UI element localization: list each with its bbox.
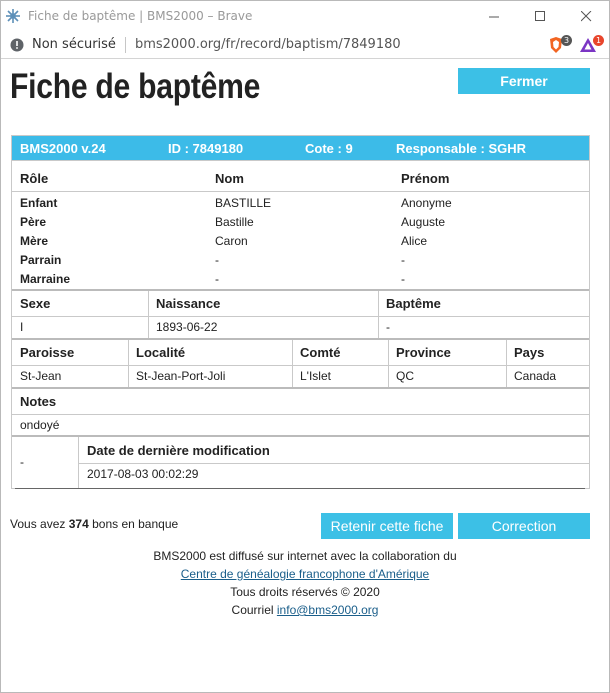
maximize-button[interactable] xyxy=(517,1,563,31)
section-divider xyxy=(12,338,589,340)
person-role: Parrain xyxy=(20,253,62,267)
naissance-header: Naissance xyxy=(156,296,221,311)
person-nom: Bastille xyxy=(215,215,254,229)
footer-email-line: Courriel info@bms2000.org xyxy=(1,603,609,617)
record-header: BMS2000 v.24 ID : 7849180 Cote : 9 Respo… xyxy=(12,136,589,160)
url-text[interactable]: bms2000.org/fr/record/baptism/7849180 xyxy=(135,37,401,52)
footer-line-1: BMS2000 est diffusé sur internet avec la… xyxy=(153,549,457,563)
person-nom: Caron xyxy=(215,234,248,248)
close-window-button[interactable] xyxy=(563,1,609,31)
record-card: BMS2000 v.24 ID : 7849180 Cote : 9 Respo… xyxy=(11,135,590,489)
province-header: Province xyxy=(396,345,451,360)
localite-value: St-Jean-Port-Joli xyxy=(136,369,226,383)
localite-header: Localité xyxy=(136,345,186,360)
app-favicon-icon xyxy=(6,9,20,23)
minimize-icon xyxy=(488,16,499,17)
bank-balance: Vous avez 374 bons en banque xyxy=(10,517,178,531)
divider xyxy=(78,463,589,464)
sexe-value: I xyxy=(20,320,24,334)
province-value: QC xyxy=(396,369,414,383)
section-divider xyxy=(12,435,589,437)
info-warning-icon[interactable] xyxy=(10,38,24,52)
browser-window: Fiche de baptême | BMS2000 – Brave Non s… xyxy=(0,0,610,693)
record-cote: Cote : 9 xyxy=(305,141,353,156)
horizontal-rule xyxy=(15,488,585,489)
record-version: BMS2000 v.24 xyxy=(20,141,106,156)
person-role: Enfant xyxy=(20,196,58,210)
notes-value: ondoyé xyxy=(20,418,60,432)
close-button[interactable]: Fermer xyxy=(458,68,590,94)
retain-record-button[interactable]: Retenir cette fiche xyxy=(321,513,453,539)
modif-date: 2017-08-03 00:02:29 xyxy=(87,467,199,481)
correction-button[interactable]: Correction xyxy=(458,513,590,539)
bank-count: 374 xyxy=(68,517,89,531)
bapteme-value: - xyxy=(386,320,390,334)
pays-value: Canada xyxy=(514,369,557,383)
divider xyxy=(292,340,293,388)
divider xyxy=(12,191,589,192)
person-role: Marraine xyxy=(20,272,71,286)
divider xyxy=(506,340,507,388)
email-prefix: Courriel xyxy=(231,603,274,617)
person-nom: - xyxy=(215,272,219,286)
pays-header: Pays xyxy=(514,345,545,360)
person-prenom: Alice xyxy=(401,234,428,248)
person-role: Mère xyxy=(20,234,49,248)
divider xyxy=(12,365,589,366)
divider xyxy=(128,340,129,388)
divider xyxy=(148,291,149,339)
person-role: Père xyxy=(20,215,47,229)
close-icon xyxy=(580,10,591,21)
notes-header: Notes xyxy=(20,394,57,409)
email-link[interactable]: info@bms2000.org xyxy=(277,603,379,617)
minimize-button[interactable] xyxy=(471,1,517,31)
section-divider xyxy=(12,387,589,389)
person-prenom: Auguste xyxy=(401,215,446,229)
bank-suffix: bons en banque xyxy=(92,517,179,531)
bapteme-header: Baptême xyxy=(386,296,441,311)
modif-header: Date de dernière modification xyxy=(87,443,270,458)
section-divider xyxy=(12,289,589,291)
person-prenom: Anonyme xyxy=(401,196,452,210)
footer-copyright: Tous droits réservés © 2020 xyxy=(230,585,380,599)
comte-header: Comté xyxy=(300,345,341,360)
naissance-value: 1893-06-22 xyxy=(156,320,218,334)
shields-count-badge: 3 xyxy=(561,35,572,46)
person-prenom: - xyxy=(401,253,405,267)
divider xyxy=(378,291,379,339)
record-id: ID : 7849180 xyxy=(168,141,244,156)
sexe-header: Sexe xyxy=(20,296,51,311)
nom-header: Nom xyxy=(215,171,244,186)
page-title: Fiche de baptême xyxy=(10,67,261,106)
person-nom: BASTILLE xyxy=(215,196,272,210)
record-responsable: Responsable : SGHR xyxy=(396,141,527,156)
person-prenom: - xyxy=(401,272,405,286)
cgfa-link[interactable]: Centre de généalogie francophone d'Améri… xyxy=(181,567,429,581)
window-title: Fiche de baptême | BMS2000 – Brave xyxy=(28,9,253,23)
bank-prefix: Vous avez xyxy=(10,517,66,531)
paroisse-header: Paroisse xyxy=(20,345,75,360)
maximize-icon xyxy=(534,10,545,21)
divider xyxy=(12,316,589,317)
address-separator xyxy=(124,36,126,53)
divider xyxy=(388,340,389,388)
title-bar: Fiche de baptême | BMS2000 – Brave xyxy=(1,1,609,31)
modif-left-value: - xyxy=(20,455,24,469)
rewards-count-badge: 1 xyxy=(593,35,604,46)
address-bar[interactable]: Non sécurisé bms2000.org/fr/record/bapti… xyxy=(1,31,609,59)
security-label: Non sécurisé xyxy=(32,37,116,52)
record-body: Rôle Nom Prénom Enfant BASTILLE Anonyme … xyxy=(12,160,589,489)
divider xyxy=(12,414,589,415)
paroisse-value: St-Jean xyxy=(20,369,62,383)
person-nom: - xyxy=(215,253,219,267)
prenom-header: Prénom xyxy=(401,171,450,186)
footer-line-2: Centre de généalogie francophone d'Améri… xyxy=(1,567,609,581)
role-header: Rôle xyxy=(20,171,49,186)
comte-value: L'Islet xyxy=(300,369,331,383)
